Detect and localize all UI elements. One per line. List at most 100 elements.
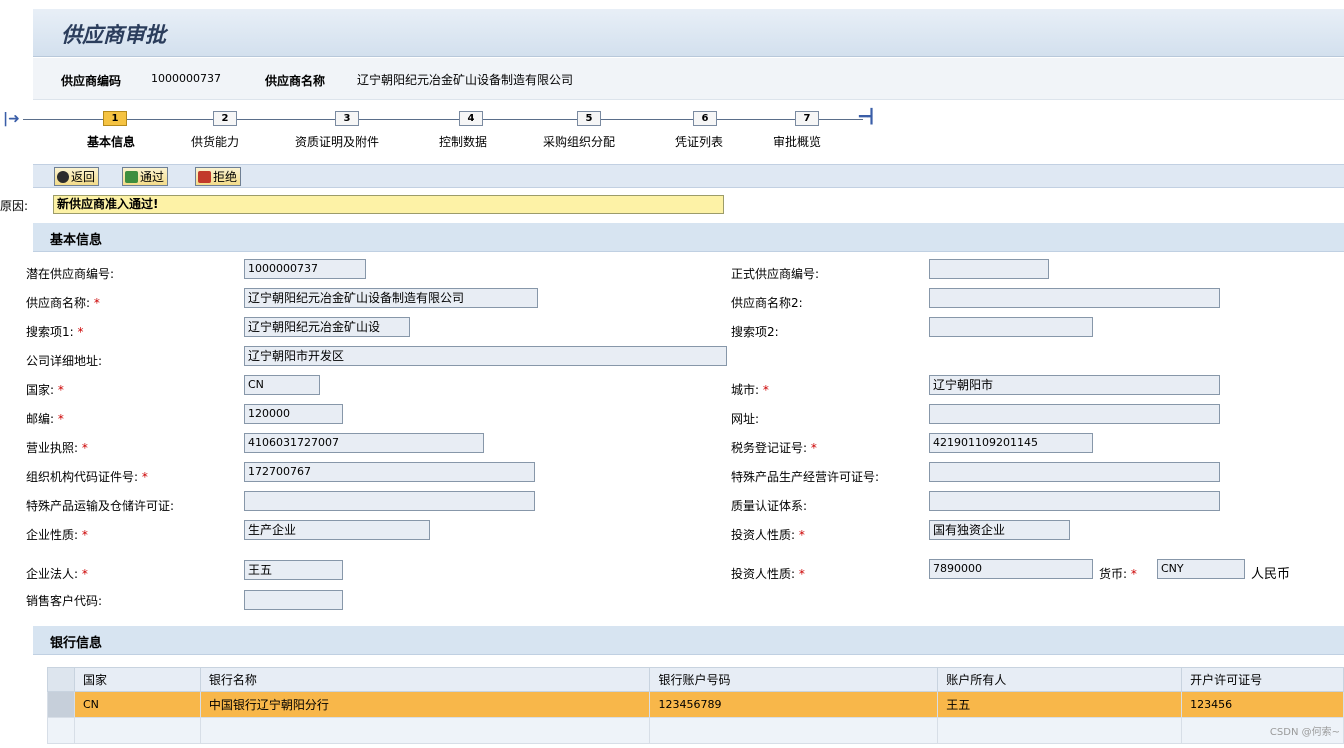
capital-label: 投资人性质: * [731, 567, 805, 581]
cell-empty [937, 717, 1183, 744]
basic-info-section-header: 基本信息 [33, 223, 1344, 252]
table-row[interactable]: CN 中国银行辽宁朝阳分行 123456789 王五 123456 [47, 691, 1344, 718]
vendor-name-field-label: 供应商名称: * [26, 296, 100, 310]
city-input[interactable]: 辽宁朝阳市 [929, 375, 1220, 395]
investor-type-input[interactable]: 国有独资企业 [929, 520, 1070, 540]
reject-button[interactable]: 拒绝 [195, 167, 242, 186]
roadmap-label-2[interactable]: 供货能力 [191, 133, 239, 150]
bank-info-section-title: 银行信息 [50, 636, 103, 651]
country-label: 国家: * [26, 383, 64, 397]
vendor-name2-label: 供应商名称2: [731, 296, 803, 310]
watermark: CSDN @何索~ [1269, 727, 1340, 738]
roadmap-label-3[interactable]: 资质证明及附件 [295, 133, 379, 150]
website-label: 网址: [731, 412, 760, 426]
sales-customer-code-label: 销售客户代码: [26, 594, 103, 608]
reject-button-label: 拒绝 [213, 170, 238, 184]
legal-person-label: 企业法人: * [26, 567, 88, 581]
title-bar: 供应商审批 [33, 9, 1344, 57]
website-input[interactable] [929, 404, 1220, 424]
legal-person-input[interactable]: 王五 [244, 560, 343, 580]
search-term1-input[interactable]: 辽宁朝阳纪元冶金矿山设 [244, 317, 410, 337]
roadmap-step-5[interactable]: 5 [577, 111, 601, 126]
license-input[interactable]: 4106031727007 [244, 433, 484, 453]
enterprise-type-input[interactable]: 生产企业 [244, 520, 430, 540]
postcode-label: 邮编: * [26, 412, 64, 426]
col-header-account-owner[interactable]: 账户所有人 [937, 667, 1183, 692]
cell-account-no: 123456789 [649, 691, 939, 718]
row-selector[interactable] [47, 691, 75, 718]
quality-system-label: 质量认证体系: [731, 499, 808, 513]
roadmap-label-1[interactable]: 基本信息 [87, 133, 135, 150]
header-info: 供应商编码 1000000737 供应商名称 辽宁朝阳纪元冶金矿山设备制造有限公… [33, 58, 1344, 100]
back-button[interactable]: 返回 [54, 167, 100, 186]
roadmap-label-4[interactable]: 控制数据 [439, 133, 487, 150]
search-term2-input[interactable] [929, 317, 1093, 337]
reason-row: 原因: 新供应商准入通过! [0, 195, 800, 215]
table-row[interactable] [47, 717, 1344, 744]
cell-country: CN [73, 691, 201, 718]
search-term2-label: 搜索项2: [731, 325, 779, 339]
roadmap-end-icon: ━┫ [859, 109, 876, 125]
roadmap-step-1[interactable]: 1 [103, 111, 127, 126]
vendor-name-value: 辽宁朝阳纪元冶金矿山设备制造有限公司 [357, 73, 574, 87]
vendor-code-value: 1000000737 [151, 72, 221, 85]
bank-table: 国家 银行名称 银行账户号码 账户所有人 开户许可证号 CN 中国银行辽宁朝阳分… [47, 667, 1344, 744]
license-label: 营业执照: * [26, 441, 88, 455]
row-selector[interactable] [47, 717, 75, 744]
quality-system-input[interactable] [929, 491, 1220, 511]
address-input[interactable]: 辽宁朝阳市开发区 [244, 346, 727, 366]
back-button-label: 返回 [71, 170, 96, 184]
tax-reg-input[interactable]: 421901109201145 [929, 433, 1093, 453]
roadmap-label-6[interactable]: 凭证列表 [675, 133, 723, 150]
capital-input[interactable]: 7890000 [929, 559, 1093, 579]
org-code-input[interactable]: 172700767 [244, 462, 535, 482]
production-permit-label: 特殊产品生产经营许可证号: [731, 470, 880, 484]
roadmap-step-2[interactable]: 2 [213, 111, 237, 126]
potential-vendor-no-input[interactable]: 1000000737 [244, 259, 366, 279]
toolbar: 返回 通过 拒绝 [33, 164, 1344, 188]
approve-button[interactable]: 通过 [122, 167, 169, 186]
cell-permit-no: 123456 [1181, 691, 1344, 718]
col-header-country[interactable]: 国家 [73, 667, 201, 692]
org-code-label: 组织机构代码证件号: * [26, 470, 148, 484]
vendor-name-label: 供应商名称 [265, 74, 326, 88]
basic-info-section-title: 基本信息 [50, 233, 103, 248]
investor-type-label: 投资人性质: * [731, 528, 805, 542]
reject-icon [198, 170, 211, 183]
enterprise-type-label: 企业性质: * [26, 528, 88, 542]
formal-vendor-no-input[interactable] [929, 259, 1049, 279]
roadmap: |➜ 1 2 3 4 5 6 7 ━┫ 基本信息 供货能力 资质证明及附件 控制… [3, 105, 1344, 157]
postcode-input[interactable]: 120000 [244, 404, 343, 424]
cell-bank-name: 中国银行辽宁朝阳分行 [199, 691, 651, 718]
select-all-cell[interactable] [47, 667, 75, 692]
transport-permit-input[interactable] [244, 491, 535, 511]
production-permit-input[interactable] [929, 462, 1220, 482]
cell-empty [73, 717, 201, 744]
formal-vendor-no-label: 正式供应商编号: [731, 267, 820, 281]
col-header-permit-no[interactable]: 开户许可证号 [1181, 667, 1344, 692]
bank-table-header-row: 国家 银行名称 银行账户号码 账户所有人 开户许可证号 [47, 667, 1344, 692]
flag-icon [125, 170, 138, 183]
col-header-bank-name[interactable]: 银行名称 [199, 667, 651, 692]
sales-customer-code-input[interactable] [244, 590, 343, 610]
vendor-approval-page: 供应商审批 供应商编码 1000000737 供应商名称 辽宁朝阳纪元冶金矿山设… [0, 9, 1344, 748]
cell-empty [199, 717, 651, 744]
roadmap-step-3[interactable]: 3 [335, 111, 359, 126]
currency-input[interactable]: CNY [1157, 559, 1245, 579]
reason-input[interactable]: 新供应商准入通过! [53, 195, 724, 214]
country-input[interactable]: CN [244, 375, 320, 395]
tax-reg-label: 税务登记证号: * [731, 441, 817, 455]
vendor-name-input[interactable]: 辽宁朝阳纪元冶金矿山设备制造有限公司 [244, 288, 538, 308]
roadmap-step-4[interactable]: 4 [459, 111, 483, 126]
reason-label: 原因: [0, 199, 29, 213]
cell-empty [649, 717, 939, 744]
cell-account-owner: 王五 [937, 691, 1183, 718]
roadmap-step-6[interactable]: 6 [693, 111, 717, 126]
roadmap-label-5[interactable]: 采购组织分配 [543, 133, 615, 150]
col-header-account-no[interactable]: 银行账户号码 [649, 667, 939, 692]
vendor-name2-input[interactable] [929, 288, 1220, 308]
currency-label: 货币: * [1099, 567, 1137, 581]
back-icon [57, 170, 69, 183]
roadmap-label-7[interactable]: 审批概览 [773, 133, 821, 150]
roadmap-step-7[interactable]: 7 [795, 111, 819, 126]
